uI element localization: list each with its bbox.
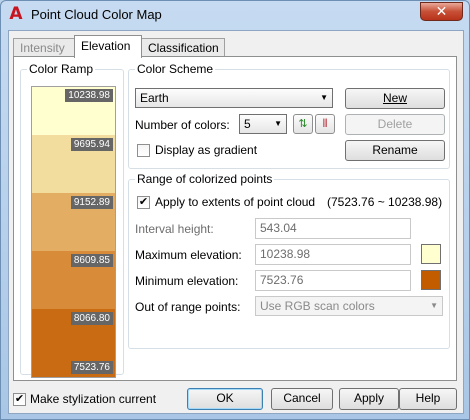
- rename-button[interactable]: Rename: [345, 140, 445, 161]
- autocad-logo-icon[interactable]: A: [7, 5, 25, 23]
- apply-extents-label: Apply to extents of point cloud: [155, 195, 316, 209]
- interval-height-field[interactable]: 543.04: [255, 218, 411, 239]
- make-current-checkbox[interactable]: ✔: [13, 393, 26, 406]
- color-ramp: 10238.98 9695.94 9152.89 8609.85 8066.80…: [31, 86, 116, 378]
- dialog-client: Intensity Elevation Classification Color…: [8, 30, 464, 414]
- color-ramp-title: Color Ramp: [27, 62, 96, 76]
- min-elevation-label: Minimum elevation:: [135, 274, 239, 288]
- display-gradient-label: Display as gradient: [155, 143, 258, 157]
- range-group: Range of colorized points ✔ Apply to ext…: [128, 172, 450, 349]
- help-button[interactable]: Help: [399, 388, 457, 410]
- tab-classification[interactable]: Classification: [141, 38, 225, 57]
- dialog-window: A Point Cloud Color Map ✕ Intensity Elev…: [0, 0, 470, 420]
- num-colors-label: Number of colors:: [135, 118, 230, 132]
- chevron-down-icon: ▼: [320, 93, 328, 102]
- close-button[interactable]: ✕: [420, 2, 463, 21]
- color-ramp-group: Color Ramp 10238.98 9695.94 9152.89 8609…: [20, 62, 124, 378]
- max-elevation-label: Maximum elevation:: [135, 248, 242, 262]
- ramp-label: 8066.80: [70, 312, 113, 325]
- elevation-panel: Color Ramp 10238.98 9695.94 9152.89 8609…: [13, 56, 457, 381]
- num-colors-select[interactable]: 5 ▼: [239, 114, 287, 134]
- ramp-label: 9152.89: [70, 196, 113, 209]
- color-scheme-group: Color Scheme Earth ▼ New Number of color…: [128, 62, 450, 169]
- new-button[interactable]: New: [345, 88, 445, 109]
- color-scheme-title: Color Scheme: [135, 62, 216, 76]
- ramp-label-min: 7523.76: [70, 361, 113, 374]
- ramp-label: 9695.94: [70, 138, 113, 151]
- swap-arrows-icon[interactable]: ⇅: [293, 114, 313, 134]
- title-bar[interactable]: A Point Cloud Color Map ✕: [1, 1, 469, 29]
- max-elevation-field[interactable]: 10238.98: [255, 244, 411, 265]
- display-gradient-checkbox[interactable]: [137, 144, 150, 157]
- tab-intensity[interactable]: Intensity: [13, 38, 75, 57]
- max-color-swatch[interactable]: [421, 244, 441, 264]
- apply-extents-checkbox[interactable]: ✔: [137, 196, 150, 209]
- window-title: Point Cloud Color Map: [31, 7, 162, 22]
- color-bars-icon[interactable]: ⫴: [315, 114, 335, 134]
- ramp-label: 8609.85: [70, 254, 113, 267]
- out-of-range-select[interactable]: Use RGB scan colors ▼: [255, 296, 443, 316]
- chevron-down-icon: ▼: [274, 119, 282, 128]
- num-colors-value: 5: [244, 117, 251, 131]
- ramp-label-max: 10238.98: [65, 89, 113, 102]
- range-title: Range of colorized points: [135, 172, 275, 186]
- out-of-range-label: Out of range points:: [135, 300, 241, 314]
- min-color-swatch[interactable]: [421, 270, 441, 290]
- apply-button[interactable]: Apply: [339, 388, 399, 410]
- new-button-label: New: [382, 91, 407, 105]
- min-elevation-field[interactable]: 7523.76: [255, 270, 411, 291]
- extents-range-text: (7523.76 ~ 10238.98): [327, 195, 443, 209]
- scheme-select-value: Earth: [140, 91, 169, 105]
- chevron-down-icon: ▼: [430, 301, 438, 310]
- out-of-range-value: Use RGB scan colors: [260, 299, 375, 313]
- tab-elevation[interactable]: Elevation: [74, 35, 142, 58]
- interval-height-label: Interval height:: [135, 222, 214, 236]
- ok-button[interactable]: OK: [187, 388, 263, 410]
- make-current-label: Make stylization current: [30, 392, 157, 406]
- delete-button[interactable]: Delete: [345, 114, 445, 135]
- cancel-button[interactable]: Cancel: [271, 388, 333, 410]
- scheme-select[interactable]: Earth ▼: [135, 88, 333, 108]
